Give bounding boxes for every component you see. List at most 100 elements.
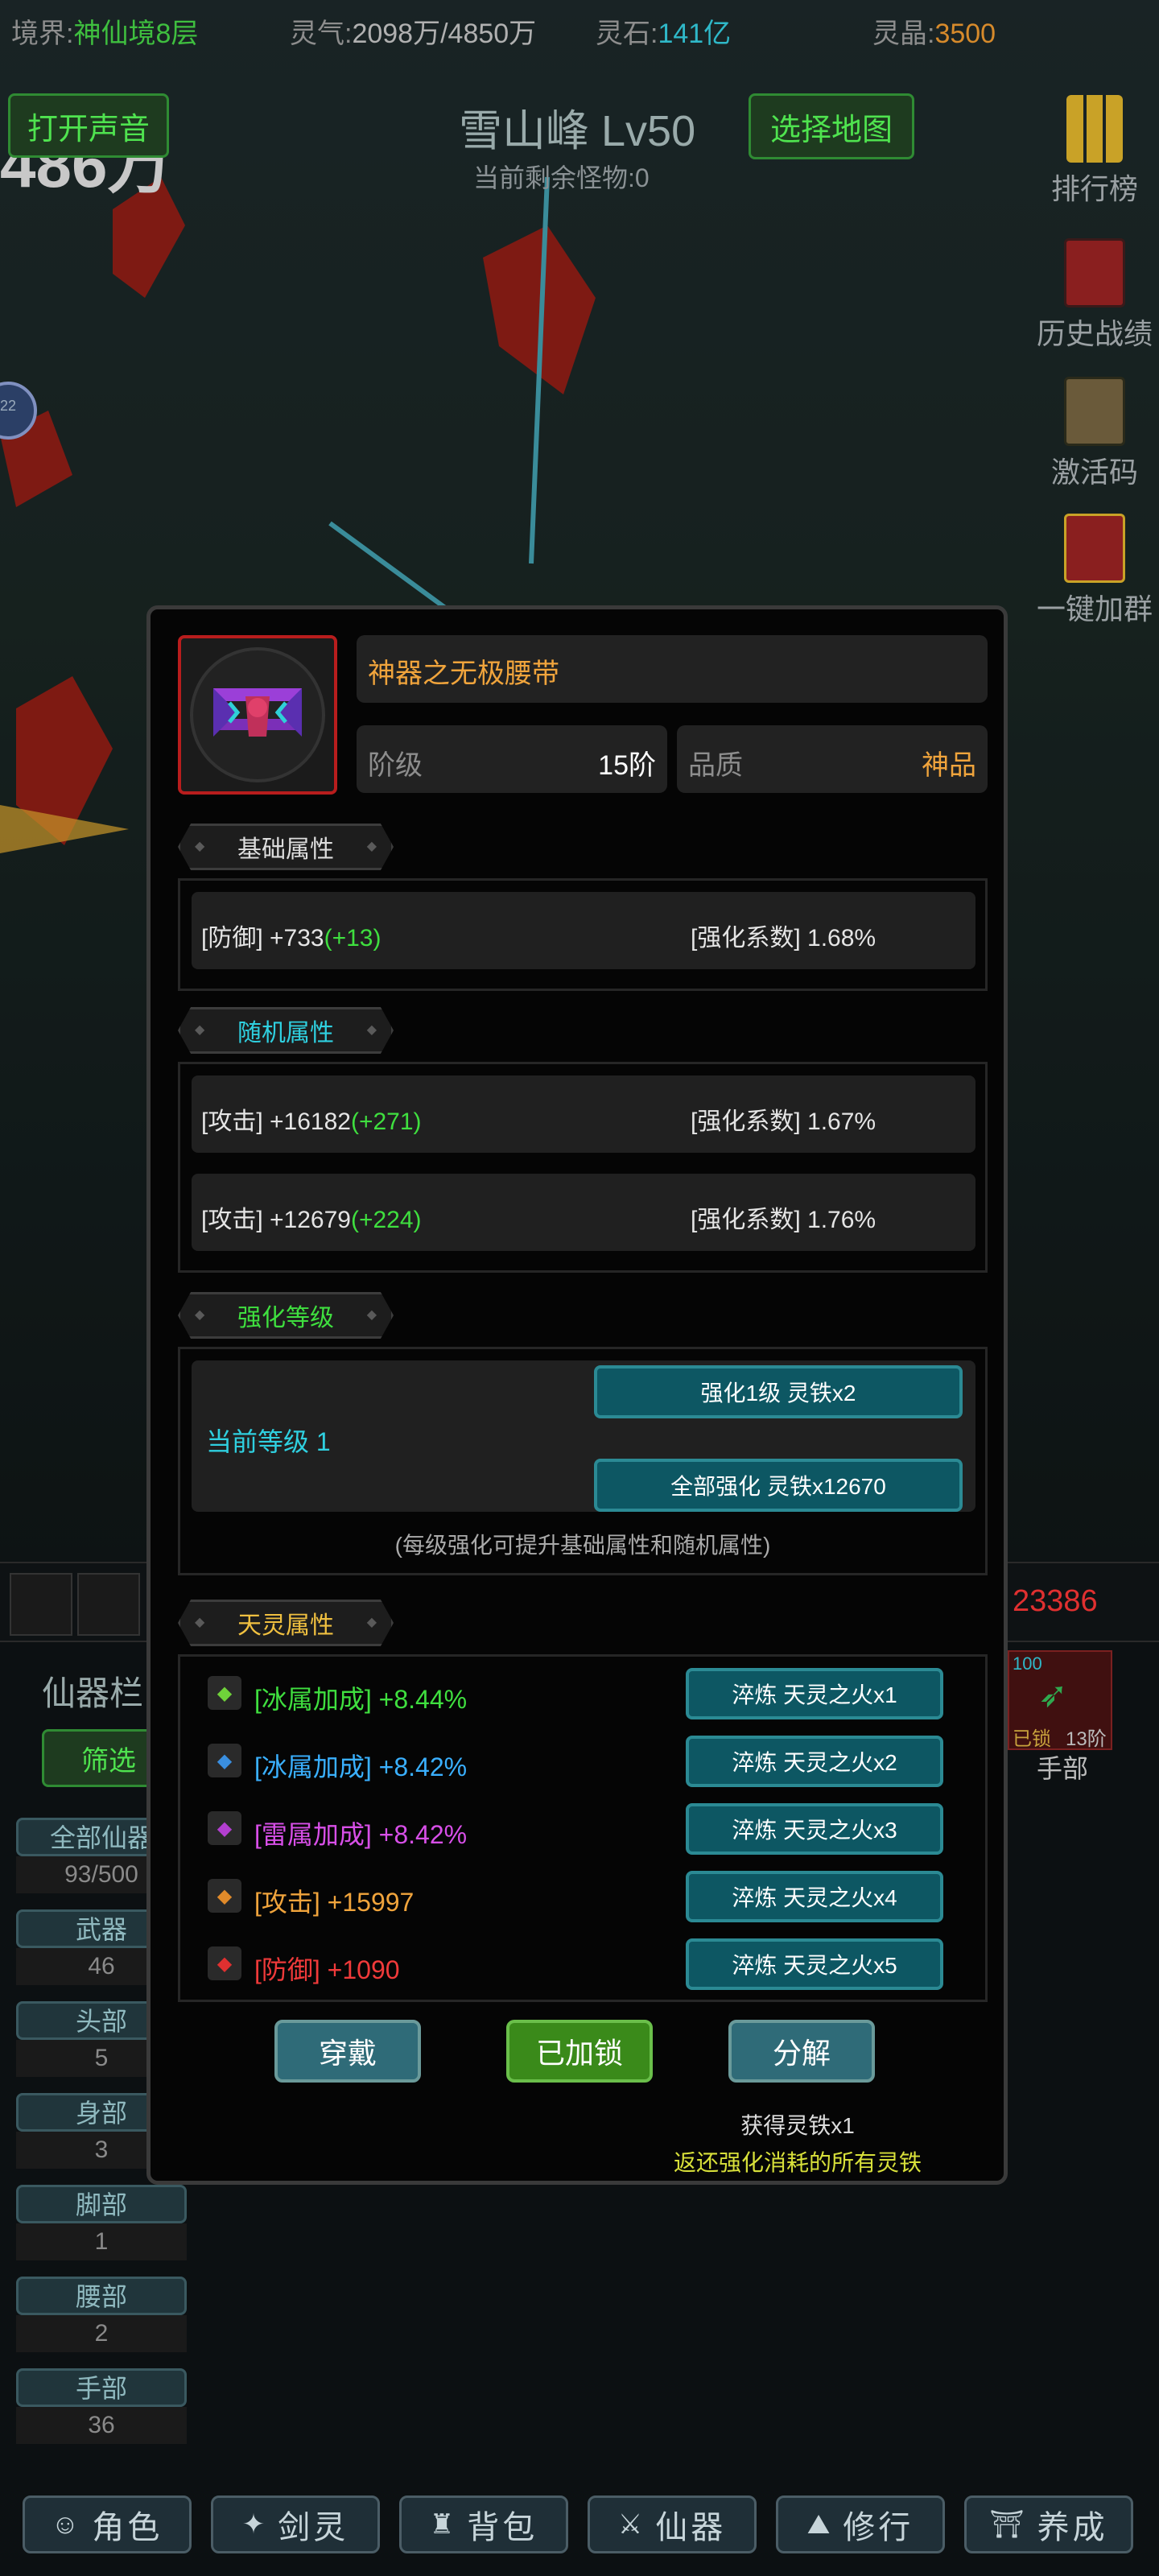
enhance-all-button[interactable]: 全部强化 灵铁x12670 [594, 1459, 963, 1512]
slot-rank-label: 13阶 [1066, 1728, 1107, 1750]
leaderboard-button[interactable]: 排行榜 [1030, 95, 1159, 208]
nav-artifact[interactable]: ⚔ 仙器 [588, 2496, 757, 2553]
locked-button[interactable]: 已加锁 [506, 2020, 653, 2083]
slot-locked-label: 已锁 [1013, 1728, 1051, 1750]
quality-label: 品质 [688, 750, 743, 781]
spirit-attr-text: [雷属加成] +8.42% [254, 1820, 468, 1849]
spirit-attr-row: ◆ [冰属加成] +8.42% 淬炼 天灵之火x2 [196, 1734, 977, 1790]
stone-label: 灵石: [596, 19, 658, 49]
category-item[interactable]: 腰部 2 [16, 2277, 187, 2352]
refine-button[interactable]: 淬炼 天灵之火x2 [686, 1736, 943, 1787]
rank-label: 阶级 [368, 750, 423, 781]
round-badge: 22 [0, 398, 17, 414]
nav-character[interactable]: ☺ 角色 [23, 2496, 192, 2553]
nav-label: 背包 [467, 2510, 538, 2545]
base-attr-coef: [强化系数] 1.68% [691, 925, 876, 952]
slot-type-label: 手部 [1037, 1754, 1089, 1783]
nav-label: 剑灵 [278, 2510, 349, 2545]
join-group-label: 一键加群 [1036, 592, 1153, 625]
decompose-button[interactable]: 分解 [728, 2020, 875, 2083]
base-attr-header: 基础属性 [178, 824, 394, 870]
wear-button[interactable]: 穿戴 [274, 2020, 421, 2083]
category-label: 手部 [16, 2368, 187, 2407]
artifact-slot-hand[interactable]: 100 ➶ 已锁 13阶 [1008, 1650, 1112, 1750]
crystal-label: 灵晶: [872, 19, 935, 49]
spirit-attr-header: 天灵属性 [178, 1600, 394, 1646]
spirit-attr-row: ◆ [雷属加成] +8.42% 淬炼 天灵之火x3 [196, 1802, 977, 1858]
history-button[interactable]: 历史战绩 [1030, 238, 1159, 353]
stone-value: 141亿 [658, 19, 732, 49]
category-item[interactable]: 手部 36 [16, 2368, 187, 2444]
spirit-attr-frame: ◆ [冰属加成] +8.44% 淬炼 天灵之火x1 ◆ [冰属加成] +8.42% 淬炼 … [178, 1654, 988, 2002]
character-icon: ☺ [51, 2508, 83, 2540]
join-group-button[interactable]: 一键加群 [1030, 514, 1159, 628]
spirit-attr-row: ◆ [冰属加成] +8.44% 淬炼 天灵之火x1 [196, 1666, 977, 1723]
gem-icon: ◆ [208, 1676, 241, 1710]
power-number: 23386 [1013, 1584, 1098, 1618]
monsters-remaining: 当前剩余怪物:0 [473, 163, 650, 192]
refine-button[interactable]: 淬炼 天灵之火x5 [686, 1938, 943, 1990]
map-title: 雪山峰 Lv50 [459, 107, 696, 155]
enhance-header: 强化等级 [178, 1292, 394, 1339]
history-book-icon [1064, 238, 1125, 308]
category-count: 36 [16, 2407, 187, 2444]
spirit-attr-text: [攻击] +15997 [254, 1888, 415, 1917]
sound-toggle-button[interactable]: 打开声音 [8, 93, 169, 158]
random-attr-row: [攻击] +12679(+224) [强化系数] 1.76% [192, 1174, 975, 1251]
spirit-attr-text: [冰属加成] +8.42% [254, 1752, 468, 1781]
random-attr-frame: [攻击] +16182(+271) [强化系数] 1.67% [攻击] +126… [178, 1062, 988, 1273]
random-attr-row: [攻击] +16182(+271) [强化系数] 1.67% [192, 1075, 975, 1153]
refine-button[interactable]: 淬炼 天灵之火x4 [686, 1871, 943, 1922]
nav-label: 养成 [1037, 2510, 1108, 2545]
nav-cultivation[interactable]: ⛰ 修行 [776, 2496, 945, 2553]
category-count: 2 [16, 2315, 187, 2352]
history-label: 历史战绩 [1036, 317, 1153, 350]
stone-stat: 灵石:141亿 [596, 11, 731, 51]
decompose-reward: 获得灵铁x1 [740, 2113, 855, 2138]
refine-button[interactable]: 淬炼 天灵之火x3 [686, 1803, 943, 1855]
sword-spirit-icon: ✦ [241, 2509, 269, 2540]
item-name: 神器之无极腰带 [368, 658, 559, 689]
realm-label: 境界: [11, 19, 74, 49]
refine-button[interactable]: 淬炼 天灵之火x1 [686, 1668, 943, 1719]
realm-value: 神仙境8层 [73, 19, 199, 49]
qi-stat: 灵气:2098万/4850万 [290, 11, 536, 51]
activation-code-button[interactable]: 激活码 [1030, 377, 1159, 491]
leaderboard-icon [1066, 95, 1123, 163]
realm-stat: 境界:神仙境8层 [11, 11, 198, 51]
random-attr-coef: [强化系数] 1.67% [691, 1108, 876, 1135]
random-attr-header: 随机属性 [178, 1007, 394, 1054]
activation-label: 激活码 [1050, 456, 1138, 489]
cultivation-icon: ⛰ [806, 2508, 834, 2540]
category-count: 1 [16, 2223, 187, 2260]
spirit-attr-text: [防御] +1090 [254, 1955, 400, 1984]
base-attr-frame: [防御] +733(+13) [强化系数] 1.68% [178, 878, 988, 991]
spirit-attr-row: ◆ [防御] +1090 淬炼 天灵之火x5 [196, 1937, 977, 1993]
nav-bag[interactable]: ♜ 背包 [399, 2496, 568, 2553]
current-level: 当前等级 1 [206, 1427, 331, 1456]
gem-icon: ◆ [208, 1946, 241, 1980]
select-map-button[interactable]: 选择地图 [749, 93, 914, 159]
category-item[interactable]: 脚部 1 [16, 2185, 187, 2260]
nav-label: 修行 [843, 2510, 914, 2545]
enhance-note: (每级强化可提升基础属性和随机属性) [394, 1533, 771, 1558]
item-icon-frame [178, 635, 337, 795]
random-attr-coef: [强化系数] 1.76% [691, 1207, 876, 1233]
qi-label: 灵气: [290, 19, 353, 49]
decompose-refund: 返还强化消耗的所有灵铁 [673, 2150, 922, 2175]
nav-nurture[interactable]: ⛩ 养成 [964, 2496, 1133, 2553]
equipped-slot-armor[interactable] [77, 1573, 140, 1636]
nav-sword-spirit[interactable]: ✦ 剑灵 [211, 2496, 380, 2553]
activation-book-icon [1064, 377, 1125, 446]
join-group-icon [1064, 514, 1125, 583]
belt-icon [190, 647, 325, 782]
slot-level-badge: 100 [1013, 1653, 1042, 1674]
rank-value: 15阶 [598, 750, 656, 781]
category-label: 腰部 [16, 2277, 187, 2315]
spirit-attr-row: ◆ [攻击] +15997 淬炼 天灵之火x4 [196, 1869, 977, 1926]
enhance-frame: 当前等级 1 强化1级 灵铁x2 全部强化 灵铁x12670 (每级强化可提升基… [178, 1347, 988, 1575]
artifact-icon: ⚔ [617, 2509, 646, 2540]
enhance-one-button[interactable]: 强化1级 灵铁x2 [594, 1365, 963, 1418]
equipped-slot-weapon[interactable] [10, 1573, 72, 1636]
random-attr-value: [攻击] +16182(+271) [201, 1108, 422, 1135]
